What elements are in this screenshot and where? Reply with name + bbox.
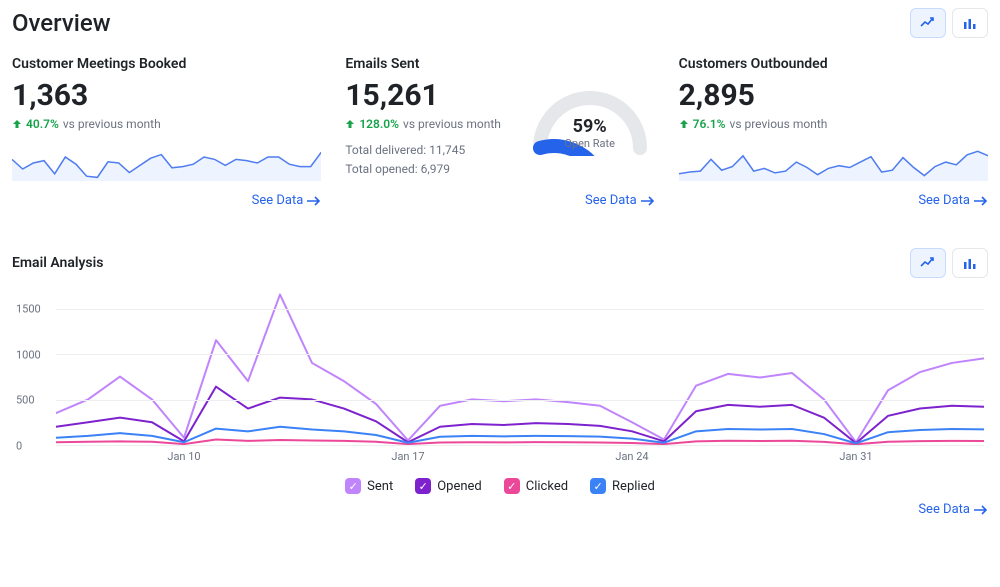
email-analysis-title: Email Analysis bbox=[12, 255, 103, 271]
page-title: Overview bbox=[12, 9, 111, 37]
card-value: 1,363 bbox=[12, 78, 321, 113]
bar-chart-toggle[interactable] bbox=[952, 8, 988, 38]
see-data-label: See Data bbox=[918, 193, 970, 208]
card-emails-sent: Emails Sent 15,261 128.0% vs previous mo… bbox=[345, 56, 654, 208]
legend-label: Sent bbox=[367, 479, 393, 494]
arrow-up-icon bbox=[679, 119, 689, 129]
legend-label: Replied bbox=[612, 479, 655, 494]
see-data-link-meetings[interactable]: See Data bbox=[252, 193, 322, 208]
y-tick: 1000 bbox=[16, 348, 41, 361]
x-tick: Jan 24 bbox=[615, 450, 648, 463]
delta-pct: 76.1% bbox=[693, 117, 726, 131]
bar-chart-icon bbox=[962, 256, 978, 270]
legend-item-sent[interactable]: ✓ Sent bbox=[345, 478, 393, 494]
y-tick: 500 bbox=[16, 394, 35, 407]
card-value: 15,261 bbox=[345, 78, 508, 113]
delta-pct: 128.0% bbox=[359, 117, 399, 131]
see-data-label: See Data bbox=[918, 502, 970, 517]
total-delivered: Total delivered: 11,745 bbox=[345, 141, 508, 160]
x-tick: Jan 17 bbox=[391, 450, 424, 463]
arrow-right-icon bbox=[974, 196, 988, 206]
legend-item-replied[interactable]: ✓ Replied bbox=[590, 478, 655, 494]
card-title: Customers Outbounded bbox=[679, 56, 988, 72]
x-tick: Jan 10 bbox=[167, 450, 200, 463]
delta-text: vs previous month bbox=[403, 117, 501, 131]
legend-label: Opened bbox=[437, 479, 482, 494]
arrow-right-icon bbox=[307, 196, 321, 206]
legend-item-opened[interactable]: ✓ Opened bbox=[415, 478, 482, 494]
bar-chart-icon bbox=[962, 16, 978, 30]
x-tick: Jan 31 bbox=[839, 450, 872, 463]
card-delta: 128.0% vs previous month bbox=[345, 117, 508, 131]
see-data-link-outbounded[interactable]: See Data bbox=[918, 193, 988, 208]
see-data-link-emails[interactable]: See Data bbox=[585, 193, 655, 208]
card-delta: 76.1% vs previous month bbox=[679, 117, 988, 131]
total-opened: Total opened: 6,979 bbox=[345, 160, 508, 179]
check-icon: ✓ bbox=[415, 478, 431, 494]
y-tick: 1500 bbox=[16, 302, 41, 315]
y-tick: 0 bbox=[16, 440, 22, 453]
email-analysis-legend: ✓ Sent ✓ Opened ✓ Clicked ✓ Replied bbox=[12, 478, 988, 494]
see-data-label: See Data bbox=[252, 193, 304, 208]
legend-label: Clicked bbox=[526, 479, 568, 494]
card-customer-meetings: Customer Meetings Booked 1,363 40.7% vs … bbox=[12, 56, 321, 208]
check-icon: ✓ bbox=[504, 478, 520, 494]
overview-view-toggle bbox=[910, 8, 988, 38]
arrow-up-icon bbox=[345, 119, 355, 129]
email-analysis-chart: 0 500 1000 1500 Jan 10 Jan 17 Jan 24 Jan 31 bbox=[16, 290, 984, 470]
line-chart-icon bbox=[920, 16, 936, 30]
bar-chart-toggle[interactable] bbox=[952, 248, 988, 278]
see-data-link-analysis[interactable]: See Data bbox=[918, 502, 988, 517]
gauge-percent: 59% bbox=[525, 116, 655, 137]
card-customers-outbounded: Customers Outbounded 2,895 76.1% vs prev… bbox=[679, 56, 988, 208]
see-data-label: See Data bbox=[585, 193, 637, 208]
analysis-view-toggle bbox=[910, 248, 988, 278]
card-value: 2,895 bbox=[679, 78, 988, 113]
check-icon: ✓ bbox=[590, 478, 606, 494]
arrow-right-icon bbox=[641, 196, 655, 206]
card-delta: 40.7% vs previous month bbox=[12, 117, 321, 131]
legend-item-clicked[interactable]: ✓ Clicked bbox=[504, 478, 568, 494]
card-title: Customer Meetings Booked bbox=[12, 56, 321, 72]
open-rate-gauge: 59% Open Rate bbox=[525, 78, 655, 156]
line-chart-icon bbox=[920, 256, 936, 270]
delta-text: vs previous month bbox=[730, 117, 828, 131]
arrow-right-icon bbox=[974, 505, 988, 515]
line-chart-toggle[interactable] bbox=[910, 8, 946, 38]
outbounded-sparkline bbox=[679, 145, 988, 181]
gauge-label: Open Rate bbox=[525, 137, 655, 150]
card-title: Emails Sent bbox=[345, 56, 654, 72]
check-icon: ✓ bbox=[345, 478, 361, 494]
delta-pct: 40.7% bbox=[26, 117, 59, 131]
line-chart-toggle[interactable] bbox=[910, 248, 946, 278]
delta-text: vs previous month bbox=[63, 117, 161, 131]
arrow-up-icon bbox=[12, 119, 22, 129]
meetings-sparkline bbox=[12, 145, 321, 181]
